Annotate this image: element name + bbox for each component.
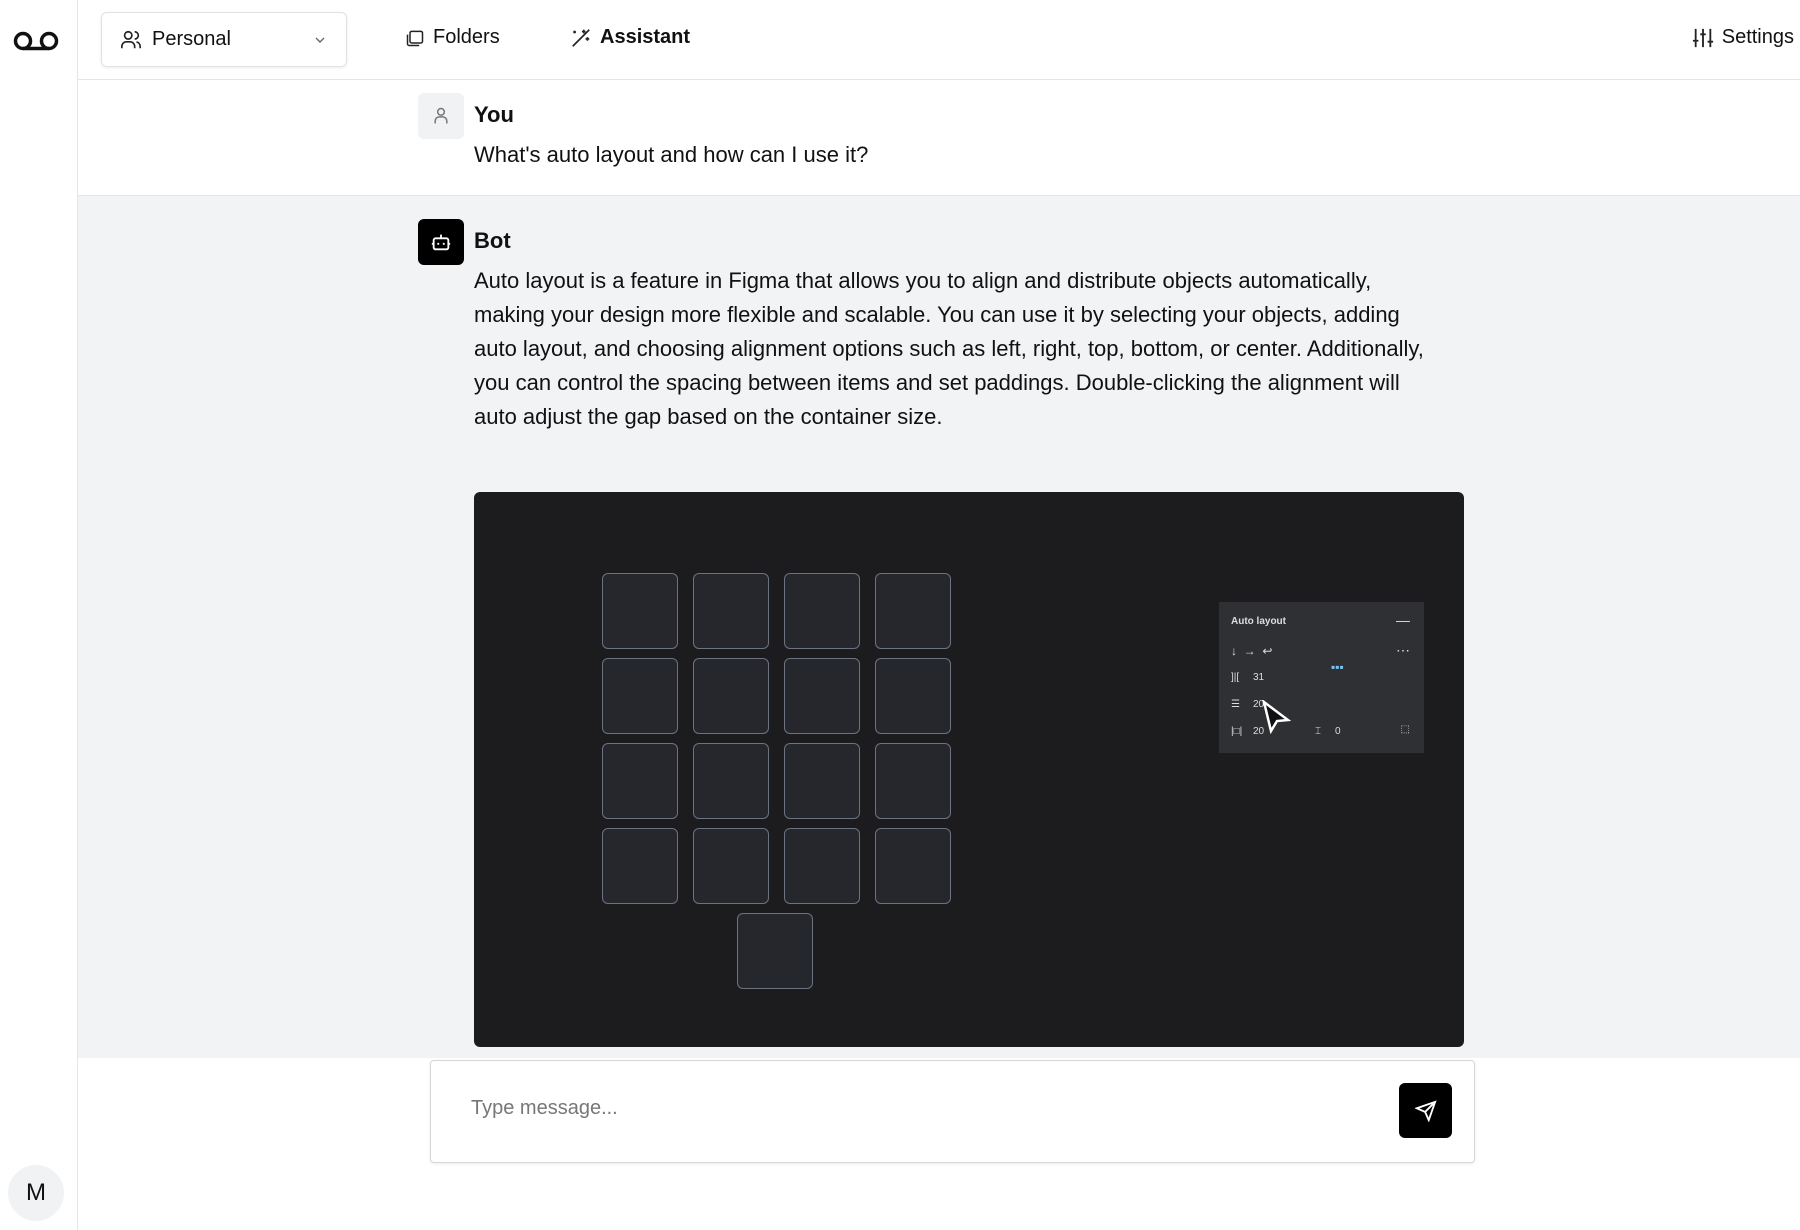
layout-frame: [693, 828, 769, 904]
composer: [78, 1058, 1800, 1230]
auto-layout-demo-video[interactable]: Auto layout — ↓ → ↩ ⋯ ▪▪▪ ]|[ 31 ☰ 20 |□…: [474, 492, 1464, 1047]
layout-frame: [602, 658, 678, 734]
user-name: You: [474, 102, 514, 127]
horizontal-padding-icon: |□|: [1231, 726, 1243, 737]
layout-frame: [602, 743, 678, 819]
bot-message-text: Auto layout is a feature in Figma that a…: [474, 268, 1424, 429]
sidebar: M: [0, 0, 78, 1230]
voicemail-icon[interactable]: [13, 30, 59, 57]
magic-wand-icon: [572, 28, 590, 47]
bot-icon: [418, 219, 464, 265]
cursor-icon: [1262, 700, 1291, 734]
more-icon: ⋯: [1396, 642, 1410, 658]
clip-icon: ⌶: [1315, 726, 1321, 737]
chevron-down-icon: [315, 37, 325, 43]
settings-button[interactable]: Settings: [1692, 26, 1794, 49]
layout-frame: [693, 658, 769, 734]
alignment-grid-icon: ▪▪▪: [1331, 660, 1344, 674]
layout-frame: [784, 658, 860, 734]
layout-frame: [875, 658, 951, 734]
header: Personal Folders Assistant Settings: [78, 0, 1800, 80]
direction-icons: ↓ → ↩: [1231, 644, 1273, 658]
user-avatar[interactable]: M: [8, 1165, 64, 1221]
folders-icon: [406, 30, 424, 46]
layout-frame: [602, 573, 678, 649]
gap-icon: ]|[: [1231, 672, 1240, 683]
user-message-text: What's auto layout and how can I use it?: [474, 142, 869, 167]
layout-frame: [875, 743, 951, 819]
message-input-box: [430, 1060, 1475, 1163]
sliders-icon: [1692, 28, 1713, 47]
layout-frame: [784, 573, 860, 649]
layout-frame: [875, 828, 951, 904]
users-icon: [121, 30, 141, 48]
user-message: You What's auto layout and how can I use…: [78, 80, 1800, 196]
layout-frame: [693, 573, 769, 649]
bot-message: Bot Auto layout is a feature in Figma th…: [78, 196, 1800, 1058]
bot-name: Bot: [474, 228, 511, 253]
layout-frame: [693, 743, 769, 819]
layout-frame: [602, 828, 678, 904]
workspace-dropdown[interactable]: Personal: [101, 12, 347, 67]
vertical-padding-icon: ☰: [1231, 699, 1240, 710]
nav-assistant[interactable]: Assistant: [570, 26, 690, 49]
user-avatar-icon: [418, 93, 464, 139]
message-input[interactable]: [471, 1097, 1371, 1120]
send-button[interactable]: [1399, 1083, 1452, 1138]
send-icon: [1414, 1099, 1437, 1122]
layout-frame: [784, 828, 860, 904]
minus-icon: —: [1396, 612, 1410, 628]
layout-frame: [875, 573, 951, 649]
layout-frame: [784, 743, 860, 819]
auto-layout-panel: Auto layout — ↓ → ↩ ⋯ ▪▪▪ ]|[ 31 ☰ 20 |□…: [1219, 602, 1424, 753]
layout-frame: [737, 913, 813, 989]
nav-folders[interactable]: Folders: [405, 26, 500, 49]
resize-icon: ⬚: [1400, 724, 1410, 735]
